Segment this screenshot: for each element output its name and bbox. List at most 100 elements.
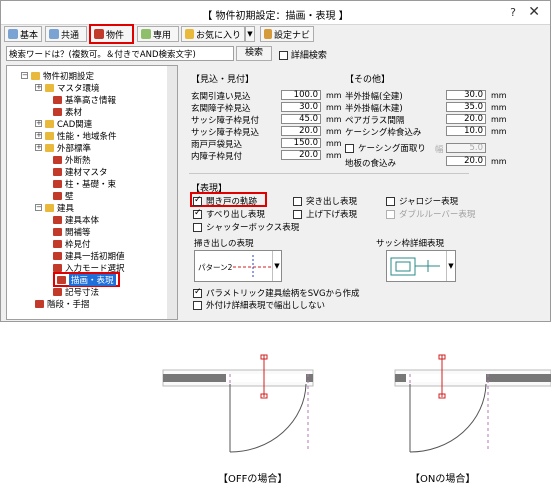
hyogen-option[interactable]: 開き戸の軌跡 [193, 195, 257, 207]
other-field[interactable]: 20.0 [446, 114, 486, 124]
collapse-icon[interactable]: − [35, 204, 42, 211]
favorites-dropdown[interactable]: ▼ [245, 26, 255, 42]
mikake-field[interactable]: 45.0 [281, 114, 321, 124]
floor-label: 地板の食込み [345, 159, 397, 169]
property-button[interactable]: 物件 [89, 24, 134, 44]
bottom-checkbox[interactable] [193, 287, 202, 298]
mikake-label: 玄関引違い見込 [191, 92, 251, 102]
exclusive-button[interactable]: 専用 [137, 26, 179, 42]
folder-icon [45, 83, 54, 92]
item-icon [57, 275, 66, 284]
bottom-option[interactable]: パラメトリック建具絵柄をSVGから作成 [193, 287, 360, 299]
hyogen-checkbox[interactable] [293, 209, 302, 219]
hyogen-checkbox[interactable] [386, 196, 395, 206]
expand-icon[interactable]: + [35, 120, 42, 127]
tree-item-label: 基準高さ情報 [65, 95, 117, 106]
tree-item-label: 性能・地域条件 [57, 131, 117, 142]
tree-item[interactable]: 建具本体 [53, 214, 99, 226]
folder-icon [45, 131, 54, 140]
other-field[interactable]: 10.0 [446, 126, 486, 136]
other-field[interactable]: 35.0 [446, 102, 486, 112]
bottom-checkbox[interactable] [193, 300, 202, 310]
hyogen-checkbox[interactable] [193, 195, 202, 206]
shared-button[interactable]: 共通 [45, 26, 87, 42]
hyogen-checkbox[interactable] [386, 209, 395, 219]
tree-item[interactable]: 素材 [53, 106, 83, 118]
item-icon [53, 251, 62, 260]
tree-item[interactable]: 壁 [53, 190, 74, 202]
expand-icon[interactable]: + [35, 144, 42, 151]
expand-icon[interactable]: + [35, 132, 42, 139]
collapse-icon[interactable]: − [21, 72, 28, 79]
hyogen-checkbox[interactable] [293, 196, 302, 206]
bottom-option-label: パラメトリック建具絵柄をSVGから作成 [206, 289, 360, 299]
tree-item[interactable]: + CAD関連 [35, 118, 92, 130]
tree-item[interactable]: + 性能・地域条件 [35, 130, 117, 142]
hyogen-option[interactable]: ダブルルーバー表現 [386, 208, 475, 220]
chevron-down-icon[interactable]: ▼ [272, 251, 281, 281]
hyogen-option-label: 開き戸の軌跡 [206, 197, 258, 207]
floor-field[interactable]: 20.0 [446, 156, 486, 166]
casing-chamfer-checkbox[interactable] [345, 143, 354, 153]
search-row: 検索ワードは？(複数可。＆付きでAND検索文字) 検索 詳細検索 [3, 46, 548, 62]
item-icon [53, 167, 62, 176]
hyogen-option[interactable]: 突き出し表現 [293, 195, 357, 207]
tree-item-label: 素材 [65, 107, 83, 118]
chevron-down-icon[interactable]: ▼ [446, 251, 455, 281]
mikake-field[interactable]: 100.0 [281, 90, 321, 100]
help-icon[interactable]: ? [510, 6, 516, 19]
width-field[interactable]: 5.0 [446, 143, 486, 153]
bottom-option[interactable]: 外付け詳細表現で幅出ししない [193, 299, 325, 311]
hakidashi-dropdown[interactable]: パターン2 ▼ [194, 250, 282, 282]
settings-navi-label: 設定ナビ [273, 30, 310, 41]
window-title: 【 物件初期設定：描画・表現 】 [202, 11, 349, 22]
tree-item[interactable]: + 外部標準 [35, 142, 91, 154]
hyogen-option[interactable]: すべり出し表現 [193, 208, 265, 220]
hyogen-option-label: すべり出し表現 [206, 210, 265, 220]
hyogen-option[interactable]: 上げ下げ表現 [293, 208, 357, 220]
search-button[interactable]: 検索 [236, 46, 272, 61]
search-input[interactable]: 検索ワードは？(複数可。＆付きでAND検索文字) [6, 46, 234, 61]
casing-chamfer-toggle[interactable]: ケーシング面取り [345, 142, 426, 154]
tree-item[interactable]: 基準高さ情報 [53, 94, 117, 106]
folder-icon [45, 143, 54, 152]
tree-item[interactable]: 建材マスタ [53, 166, 108, 178]
tree-item[interactable]: 柱・基礎・束 [53, 178, 116, 190]
hyogen-checkbox[interactable] [193, 222, 202, 232]
detail-search-toggle[interactable]: 詳細検索 [279, 48, 327, 61]
item-icon [53, 95, 62, 104]
tree-item[interactable]: 建具一括初期値 [53, 250, 125, 262]
tree-item[interactable]: 枠見付 [53, 238, 91, 250]
star-icon [185, 29, 194, 39]
tree-item[interactable]: 階段・手摺 [35, 298, 90, 310]
tree-item[interactable]: 記号寸法 [53, 286, 99, 298]
mikake-field[interactable]: 150.0 [281, 138, 321, 148]
tree-item-label: 壁 [65, 191, 74, 202]
sash-dropdown[interactable]: ▼ [386, 250, 456, 282]
hyogen-checkbox[interactable] [193, 208, 202, 219]
close-icon[interactable]: ✕ [528, 4, 540, 20]
hyogen-option[interactable]: ジャロジー表現 [386, 195, 458, 207]
tree-item[interactable]: − 物件初期設定 [21, 70, 94, 82]
basic-button[interactable]: 基本 [4, 26, 42, 42]
divider [189, 173, 469, 174]
floor-unit: mm [491, 157, 507, 166]
tree-item[interactable]: + マスタ環境 [35, 82, 100, 94]
tree-scrollbar[interactable] [167, 66, 177, 319]
mikake-field[interactable]: 30.0 [281, 102, 321, 112]
other-field[interactable]: 30.0 [446, 90, 486, 100]
tree-item[interactable]: 開補等 [53, 226, 91, 238]
expand-icon[interactable]: + [35, 84, 42, 91]
tree-item-label: 描画・表現 [69, 273, 116, 286]
tree-item[interactable]: − 建具 [35, 202, 74, 214]
unit-label: mm [326, 91, 342, 100]
hyogen-option[interactable]: シャッターボックス表現 [193, 221, 299, 233]
unit-label: mm [491, 103, 507, 112]
favorites-button[interactable]: お気に入り [181, 26, 245, 42]
tree-item-label: 建材マスタ [65, 167, 108, 178]
detail-search-checkbox[interactable] [279, 51, 288, 60]
mikake-field[interactable]: 20.0 [281, 150, 321, 160]
tree-item[interactable]: 外断熱 [53, 154, 91, 166]
settings-navi-button[interactable]: 設定ナビ [260, 26, 314, 42]
mikake-field[interactable]: 20.0 [281, 126, 321, 136]
